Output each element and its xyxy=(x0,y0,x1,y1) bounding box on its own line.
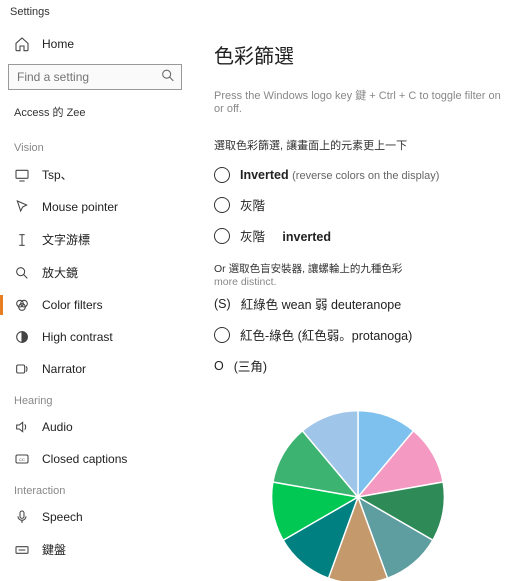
group-vision: Vision xyxy=(8,132,182,158)
contrast-icon xyxy=(14,329,30,345)
nav-speech[interactable]: Speech xyxy=(8,501,182,533)
audio-icon xyxy=(14,419,30,435)
display-icon xyxy=(14,167,30,183)
radio-icon xyxy=(214,228,230,244)
nav-magnifier[interactable]: 放大鏡 xyxy=(8,256,182,289)
radio-grayscale-inverted[interactable]: 灰階 inverted xyxy=(214,220,502,251)
nav-label: Home xyxy=(42,37,74,51)
breadcrumb: Access 的 Zee xyxy=(8,100,182,132)
radio-desc: (reverse colors on the display) xyxy=(292,170,439,182)
radio-grayscale[interactable]: 灰階 xyxy=(214,189,502,220)
radio-inverted[interactable]: Inverted (reverse colors on the display) xyxy=(214,161,502,189)
nav-label: Audio xyxy=(42,420,73,434)
nav-label: 放大鏡 xyxy=(42,264,78,281)
magnifier-icon xyxy=(14,265,30,281)
nav-text-cursor[interactable]: 文字游標 xyxy=(8,223,182,256)
home-icon xyxy=(14,36,30,52)
radio-icon: (S) xyxy=(214,297,231,311)
nav-audio[interactable]: Audio xyxy=(8,411,182,443)
group-interaction: Interaction xyxy=(8,475,182,501)
radio-icon: O xyxy=(214,359,224,373)
nav-display[interactable]: Tsp、 xyxy=(8,158,182,191)
nav-label: Tsp、 xyxy=(42,166,73,183)
nav-label: Narrator xyxy=(42,362,86,376)
radio-label: 灰階 xyxy=(240,195,265,214)
nav-color-filters[interactable]: Color filters xyxy=(8,289,182,321)
radio-label-suffix: inverted xyxy=(282,230,331,244)
content-pane: 色彩篩選 Press the Windows logo key 鍵 + Ctrl… xyxy=(190,28,520,581)
nav-label: Mouse pointer xyxy=(42,200,118,214)
filter-subhead: 選取色彩篩選, 讓畫面上的元素更上一下 xyxy=(214,137,502,153)
nav-high-contrast[interactable]: High contrast xyxy=(8,321,182,353)
sidebar: Home Access 的 Zee Vision Tsp、 Mouse poin… xyxy=(0,28,190,581)
nav-label: 文字游標 xyxy=(42,231,90,248)
radio-icon xyxy=(214,197,230,213)
nav-label: 鍵盤 xyxy=(42,541,66,558)
nav-home[interactable]: Home xyxy=(8,28,182,60)
search-icon xyxy=(160,68,176,87)
page-title: 色彩篩選 xyxy=(214,40,502,69)
color-filters-icon xyxy=(14,297,30,313)
cb-subhead: Or 選取色盲安裝器, 讓螺輪上的九種色彩 more distinct. xyxy=(214,261,502,288)
radio-icon xyxy=(214,327,230,343)
pointer-icon xyxy=(14,199,30,215)
narrator-icon xyxy=(14,361,30,377)
cc-icon: CC xyxy=(14,451,30,467)
search-container xyxy=(8,64,182,90)
text-cursor-icon xyxy=(14,232,30,248)
nav-mouse-pointer[interactable]: Mouse pointer xyxy=(8,191,182,223)
nav-closed-captions[interactable]: CC Closed captions xyxy=(8,443,182,475)
svg-text:CC: CC xyxy=(19,457,25,462)
radio-tritanopia[interactable]: O (三角) xyxy=(214,350,502,381)
nav-label: Color filters xyxy=(42,298,103,312)
mic-icon xyxy=(14,509,30,525)
radio-icon xyxy=(214,167,230,183)
color-wheel-preview xyxy=(214,407,502,581)
shortcut-hint: Press the Windows logo key 鍵 + Ctrl + C … xyxy=(214,87,502,115)
nav-keyboard[interactable]: 鍵盤 xyxy=(8,533,182,566)
keyboard-icon xyxy=(14,542,30,558)
radio-label: Inverted xyxy=(240,168,289,182)
pie-chart xyxy=(268,407,448,581)
radio-label: (三角) xyxy=(234,356,267,375)
radio-label: 紅色-綠色 (紅色弱。protanoga) xyxy=(240,325,412,344)
search-input[interactable] xyxy=(8,64,182,90)
nav-label: Closed captions xyxy=(42,452,127,466)
nav-label: Speech xyxy=(42,510,83,524)
window-title: Settings xyxy=(0,0,520,28)
radio-protanopia[interactable]: 紅色-綠色 (紅色弱。protanoga) xyxy=(214,319,502,350)
radio-label: 紅綠色 wean 弱 deuteranope xyxy=(241,294,402,313)
nav-label: High contrast xyxy=(42,330,113,344)
nav-narrator[interactable]: Narrator xyxy=(8,353,182,385)
radio-deuteranope[interactable]: (S) 紅綠色 wean 弱 deuteranope xyxy=(214,288,502,319)
radio-label: 灰階 xyxy=(240,230,265,244)
group-hearing: Hearing xyxy=(8,385,182,411)
